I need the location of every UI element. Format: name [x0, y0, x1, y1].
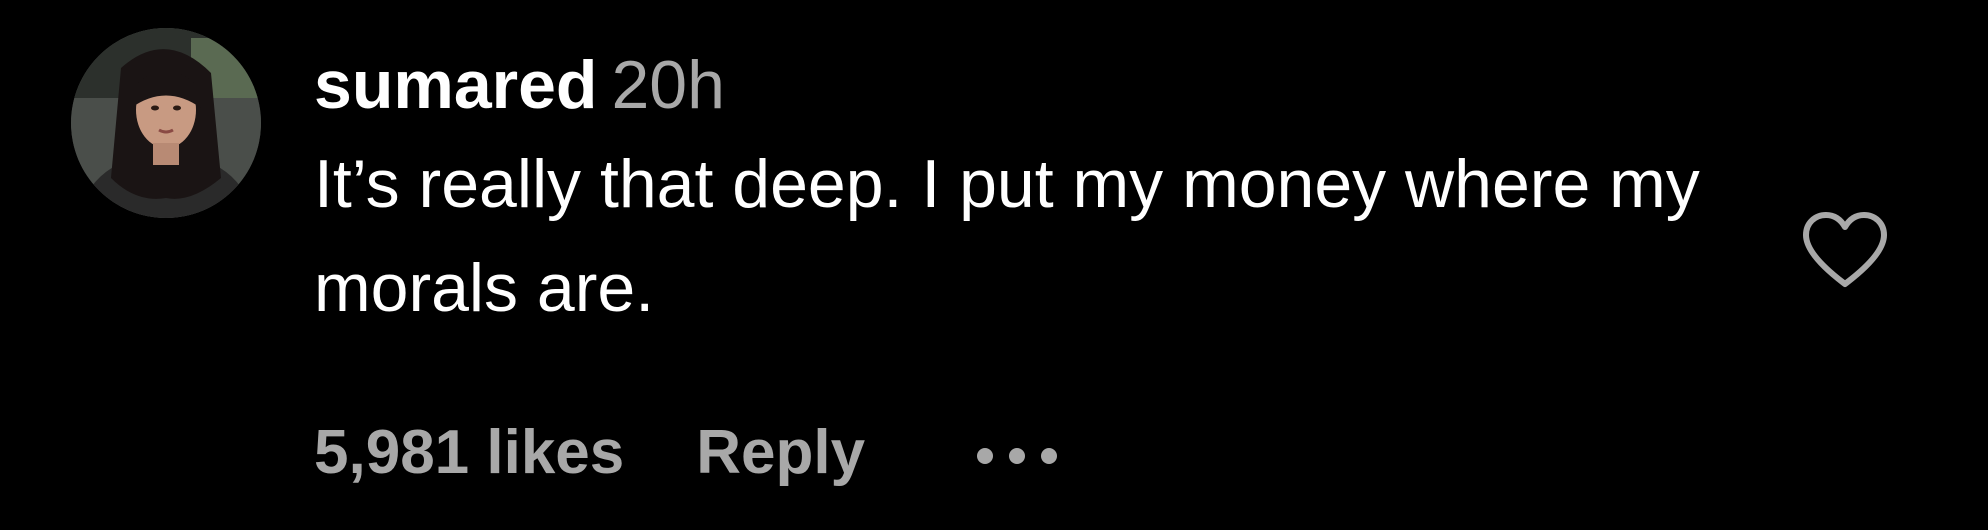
comment-header: sumared 20h	[314, 40, 1734, 130]
comment-body: sumared 20h It’s really that deep. I put …	[314, 40, 1734, 340]
comment-text: It’s really that deep. I put my money wh…	[314, 146, 1700, 326]
username-link[interactable]: sumared	[314, 47, 597, 123]
comment-item: sumared 20h It’s really that deep. I put …	[0, 0, 1988, 530]
reply-button[interactable]: Reply	[696, 408, 865, 498]
profile-photo	[71, 28, 261, 218]
like-button[interactable]	[1800, 210, 1890, 290]
avatar[interactable]	[71, 28, 261, 218]
likes-count[interactable]: 5,981 likes	[314, 408, 624, 498]
more-options-icon[interactable]	[975, 408, 1059, 498]
timestamp: 20h	[611, 47, 725, 123]
heart-outline-icon	[1803, 212, 1887, 287]
comment-actions: 5,981 likes Reply	[314, 404, 1059, 498]
